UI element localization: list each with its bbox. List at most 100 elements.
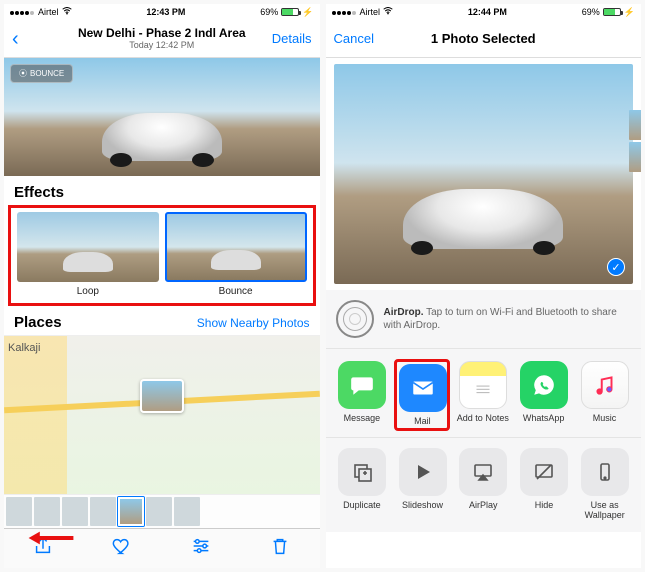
share-whatsapp-label: WhatsApp (517, 413, 570, 423)
thumbnail[interactable] (174, 497, 200, 526)
thumbnail[interactable] (629, 110, 641, 140)
thumbnail[interactable] (90, 497, 116, 526)
carrier-label: Airtel (38, 7, 59, 17)
airplay-icon (459, 448, 507, 496)
map-locality-label: Kalkaji (8, 342, 40, 354)
places-title: Places (14, 314, 62, 331)
battery-icon (281, 8, 299, 16)
selection-title: 1 Photo Selected (384, 31, 584, 47)
show-nearby-button[interactable]: Show Nearby Photos (197, 316, 310, 330)
notes-icon (459, 361, 507, 409)
nav-bar: ‹ New Delhi - Phase 2 Indl Area Today 12… (4, 20, 320, 58)
action-airplay[interactable]: AirPlay (457, 448, 510, 520)
thumbnail[interactable] (62, 497, 88, 526)
clock: 12:44 PM (468, 7, 507, 17)
duplicate-icon (338, 448, 386, 496)
wifi-icon (62, 7, 72, 17)
action-wallpaper-label: Use as Wallpaper (578, 500, 631, 520)
action-slideshow[interactable]: Slideshow (396, 448, 449, 520)
chevron-left-icon: ‹ (12, 28, 19, 50)
thumbnail-current[interactable] (118, 497, 144, 526)
share-notes-label: Add to Notes (456, 413, 509, 423)
signal-icon (10, 7, 35, 17)
cancel-button[interactable]: Cancel (334, 31, 384, 46)
music-icon (581, 361, 629, 409)
effects-header: Effects (4, 176, 320, 205)
whatsapp-icon (520, 361, 568, 409)
map-photo-pin[interactable] (140, 379, 184, 413)
share-message[interactable]: Message (336, 361, 389, 429)
share-mail-label: Mail (399, 416, 445, 426)
hide-icon (520, 448, 568, 496)
status-bar: Airtel 12:44 PM 69% ⚡ (326, 4, 642, 20)
airdrop-row[interactable]: AirDrop. Tap to turn on Wi-Fi and Blueto… (326, 290, 642, 349)
bottom-toolbar (4, 528, 320, 568)
bounce-icon: ⦿ (19, 68, 27, 79)
details-button[interactable]: Details (262, 31, 312, 46)
action-duplicate-label: Duplicate (336, 500, 389, 510)
battery-icon (603, 8, 621, 16)
photos-detail-screen: Airtel 12:43 PM 69% ⚡ ‹ New Delhi - Phas… (4, 4, 320, 568)
thumbnail[interactable] (6, 497, 32, 526)
adjacent-thumbnails (629, 110, 641, 172)
edit-button[interactable] (190, 535, 212, 562)
effect-loop-label: Loop (17, 286, 159, 297)
thumbnail[interactable] (629, 142, 641, 172)
status-bar: Airtel 12:43 PM 69% ⚡ (4, 4, 320, 20)
thumbnail[interactable] (34, 497, 60, 526)
slideshow-icon (399, 448, 447, 496)
back-button[interactable]: ‹ (12, 29, 62, 49)
share-button[interactable] (32, 535, 54, 562)
signal-icon (332, 7, 357, 17)
selection-check-icon[interactable]: ✓ (607, 258, 625, 276)
action-hide-label: Hide (518, 500, 571, 510)
share-music-label: Music (578, 413, 631, 423)
action-wallpaper[interactable]: Use as Wallpaper (578, 448, 631, 520)
effect-bounce-label: Bounce (165, 286, 307, 297)
effects-row: Loop Bounce (8, 205, 316, 306)
location-title: New Delhi - Phase 2 Indl Area (78, 26, 246, 40)
airdrop-text: AirDrop. Tap to turn on Wi-Fi and Blueto… (384, 306, 632, 332)
wallpaper-icon (581, 448, 629, 496)
places-header: Places Show Nearby Photos (4, 306, 320, 335)
message-icon (338, 361, 386, 409)
charging-icon: ⚡ (624, 7, 635, 18)
map[interactable]: Kalkaji (4, 335, 320, 494)
share-notes[interactable]: Add to Notes (456, 361, 509, 429)
action-hide[interactable]: Hide (518, 448, 571, 520)
clock: 12:43 PM (146, 7, 185, 17)
share-actions-row: Duplicate Slideshow AirPlay Hide Use as … (326, 437, 642, 532)
airdrop-bold: AirDrop. (384, 307, 424, 318)
wifi-icon (383, 7, 393, 17)
action-airplay-label: AirPlay (457, 500, 510, 510)
effect-badge: ⦿ BOUNCE (10, 64, 73, 83)
share-sheet-screen: Airtel 12:44 PM 69% ⚡ Cancel 1 Photo Sel… (326, 4, 642, 568)
battery-percent: 69% (582, 7, 600, 17)
charging-icon: ⚡ (302, 7, 313, 18)
share-apps-row: Message Mail Add to Notes WhatsApp Music (326, 349, 642, 437)
nav-title: New Delhi - Phase 2 Indl Area Today 12:4… (62, 26, 262, 51)
share-whatsapp[interactable]: WhatsApp (517, 361, 570, 429)
action-slideshow-label: Slideshow (396, 500, 449, 510)
effect-loop[interactable]: Loop (17, 212, 159, 297)
trash-button[interactable] (269, 535, 291, 562)
share-music[interactable]: Music (578, 361, 631, 429)
film-strip[interactable] (4, 494, 320, 528)
car-image (102, 113, 222, 161)
favorite-button[interactable] (111, 535, 133, 562)
airdrop-icon (336, 300, 374, 338)
car-image (403, 189, 563, 249)
selected-photo[interactable]: ✓ (334, 64, 634, 284)
share-mail[interactable]: Mail (394, 359, 450, 431)
effect-badge-label: BOUNCE (30, 69, 64, 78)
main-photo[interactable]: ⦿ BOUNCE (4, 58, 320, 176)
nav-bar: Cancel 1 Photo Selected (326, 20, 642, 58)
share-message-label: Message (336, 413, 389, 423)
battery-percent: 69% (260, 7, 278, 17)
carrier-label: Airtel (360, 7, 381, 17)
action-duplicate[interactable]: Duplicate (336, 448, 389, 520)
mail-icon (399, 364, 447, 412)
effect-bounce[interactable]: Bounce (165, 212, 307, 297)
thumbnail[interactable] (146, 497, 172, 526)
date-subtitle: Today 12:42 PM (62, 40, 262, 51)
